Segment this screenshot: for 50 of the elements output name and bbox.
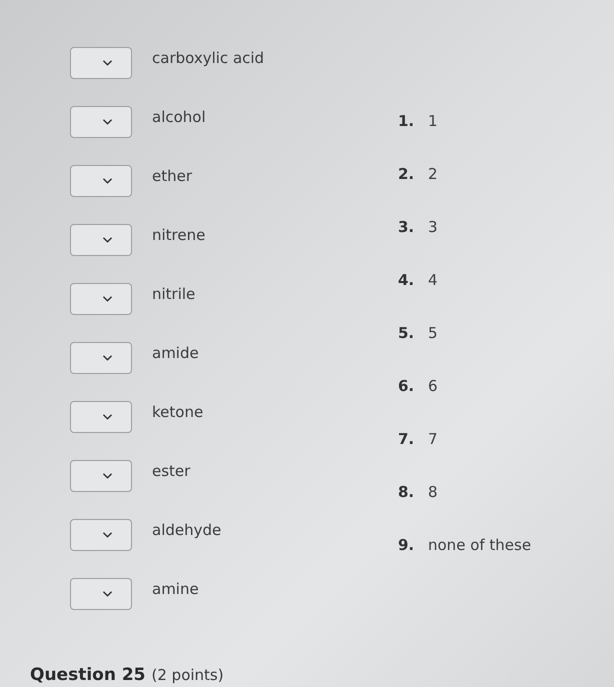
caret-icon [103,296,112,302]
caret-icon [103,414,112,420]
option-text: 3 [428,217,438,237]
answer-dropdown[interactable] [70,519,132,551]
option-number: 7. [398,429,416,449]
answer-dropdown[interactable] [70,165,132,197]
caret-icon [103,591,112,597]
option-text: 2 [428,164,438,184]
option-text: 6 [428,376,438,396]
match-label: nitrene [152,226,206,244]
answer-dropdown[interactable] [70,47,132,79]
match-label: carboxylic acid [152,49,264,67]
option-text: 1 [428,111,438,131]
match-label: ester [152,462,190,480]
match-label: amine [152,580,199,598]
caret-icon [103,60,112,66]
match-label: nitrile [152,285,196,303]
question-points: (2 points) [152,665,224,685]
match-label: amide [152,344,199,362]
option-text: 7 [428,429,438,449]
caret-icon [103,532,112,538]
answer-dropdown[interactable] [70,283,132,315]
option-number: 5. [398,323,416,343]
option-number: 4. [398,270,416,290]
option-text: none of these [428,535,532,555]
option-text: 8 [428,482,438,502]
option-text: 5 [428,323,438,343]
caret-icon [103,119,112,125]
answer-dropdown[interactable] [70,578,132,610]
option-number: 8. [398,482,416,502]
match-label: ketone [152,403,204,421]
caret-icon [103,178,112,184]
caret-icon [103,473,112,479]
option-text: 4 [428,270,438,290]
question-title: Question 25 [30,665,146,685]
caret-icon [103,355,112,361]
answer-dropdown[interactable] [70,460,132,492]
caret-icon [103,237,112,243]
option-number: 6. [398,376,416,396]
option-number: 3. [398,217,416,237]
option-number: 1. [398,111,416,131]
answer-dropdown[interactable] [70,401,132,433]
option-number: 9. [398,535,416,555]
option-number: 2. [398,164,416,184]
answer-dropdown[interactable] [70,224,132,256]
answer-dropdown[interactable] [70,342,132,374]
match-label: aldehyde [152,521,222,539]
match-label: ether [152,167,192,185]
match-label: alcohol [152,108,206,126]
answer-dropdown[interactable] [70,106,132,138]
